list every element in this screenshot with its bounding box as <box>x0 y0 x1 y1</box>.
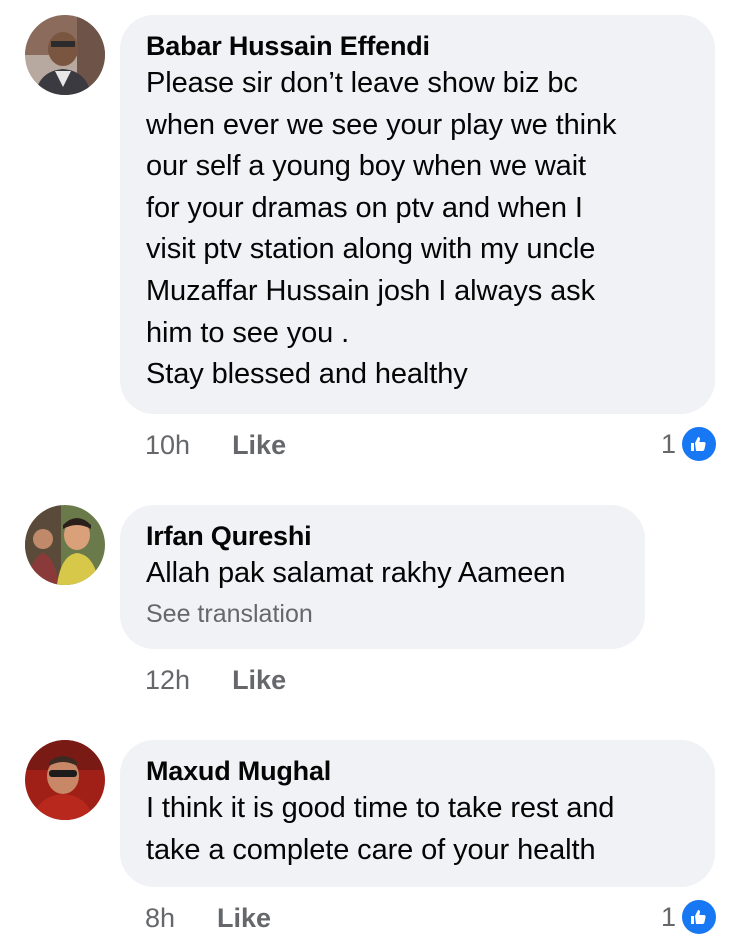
comment-author[interactable]: Babar Hussain Effendi <box>146 29 689 63</box>
reaction-summary[interactable]: 1 <box>661 424 718 464</box>
avatar-photo <box>25 15 105 95</box>
comment-timestamp[interactable]: 12h <box>145 665 190 696</box>
reaction-count: 1 <box>660 428 676 459</box>
comment-text: Please sir don’t leave show biz bc when … <box>146 67 617 391</box>
avatar[interactable] <box>25 740 105 820</box>
comment-text: Allah pak salamat rakhy Aameen <box>146 557 566 589</box>
comment-bubble: Irfan Qureshi Allah pak salamat rakhy Aa… <box>120 505 645 649</box>
comment-actions: 10h Like <box>145 426 286 464</box>
comment-author[interactable]: Maxud Mughal <box>146 754 689 788</box>
comment-timestamp[interactable]: 8h <box>145 903 175 934</box>
avatar[interactable] <box>25 15 105 95</box>
comment-author[interactable]: Irfan Qureshi <box>146 519 619 553</box>
thumbs-up-icon <box>680 425 718 463</box>
reaction-summary[interactable]: 1 <box>661 897 718 937</box>
see-translation-link[interactable]: See translation <box>146 597 619 631</box>
comment-actions: 8h Like <box>145 899 271 937</box>
like-button[interactable]: Like <box>232 430 286 461</box>
thumbs-up-icon <box>680 898 718 936</box>
comment-actions: 12h Like <box>145 661 286 699</box>
avatar-photo <box>25 505 105 585</box>
comment-bubble: Babar Hussain Effendi Please sir don’t l… <box>120 15 715 414</box>
avatar-photo <box>25 740 105 820</box>
like-button[interactable]: Like <box>232 665 286 696</box>
reaction-count: 1 <box>660 901 676 932</box>
comment-text: I think it is good time to take rest and… <box>146 792 615 866</box>
like-button[interactable]: Like <box>217 903 271 934</box>
avatar[interactable] <box>25 505 105 585</box>
comment-timestamp[interactable]: 10h <box>145 430 190 461</box>
comment-bubble: Maxud Mughal I think it is good time to … <box>120 740 715 887</box>
